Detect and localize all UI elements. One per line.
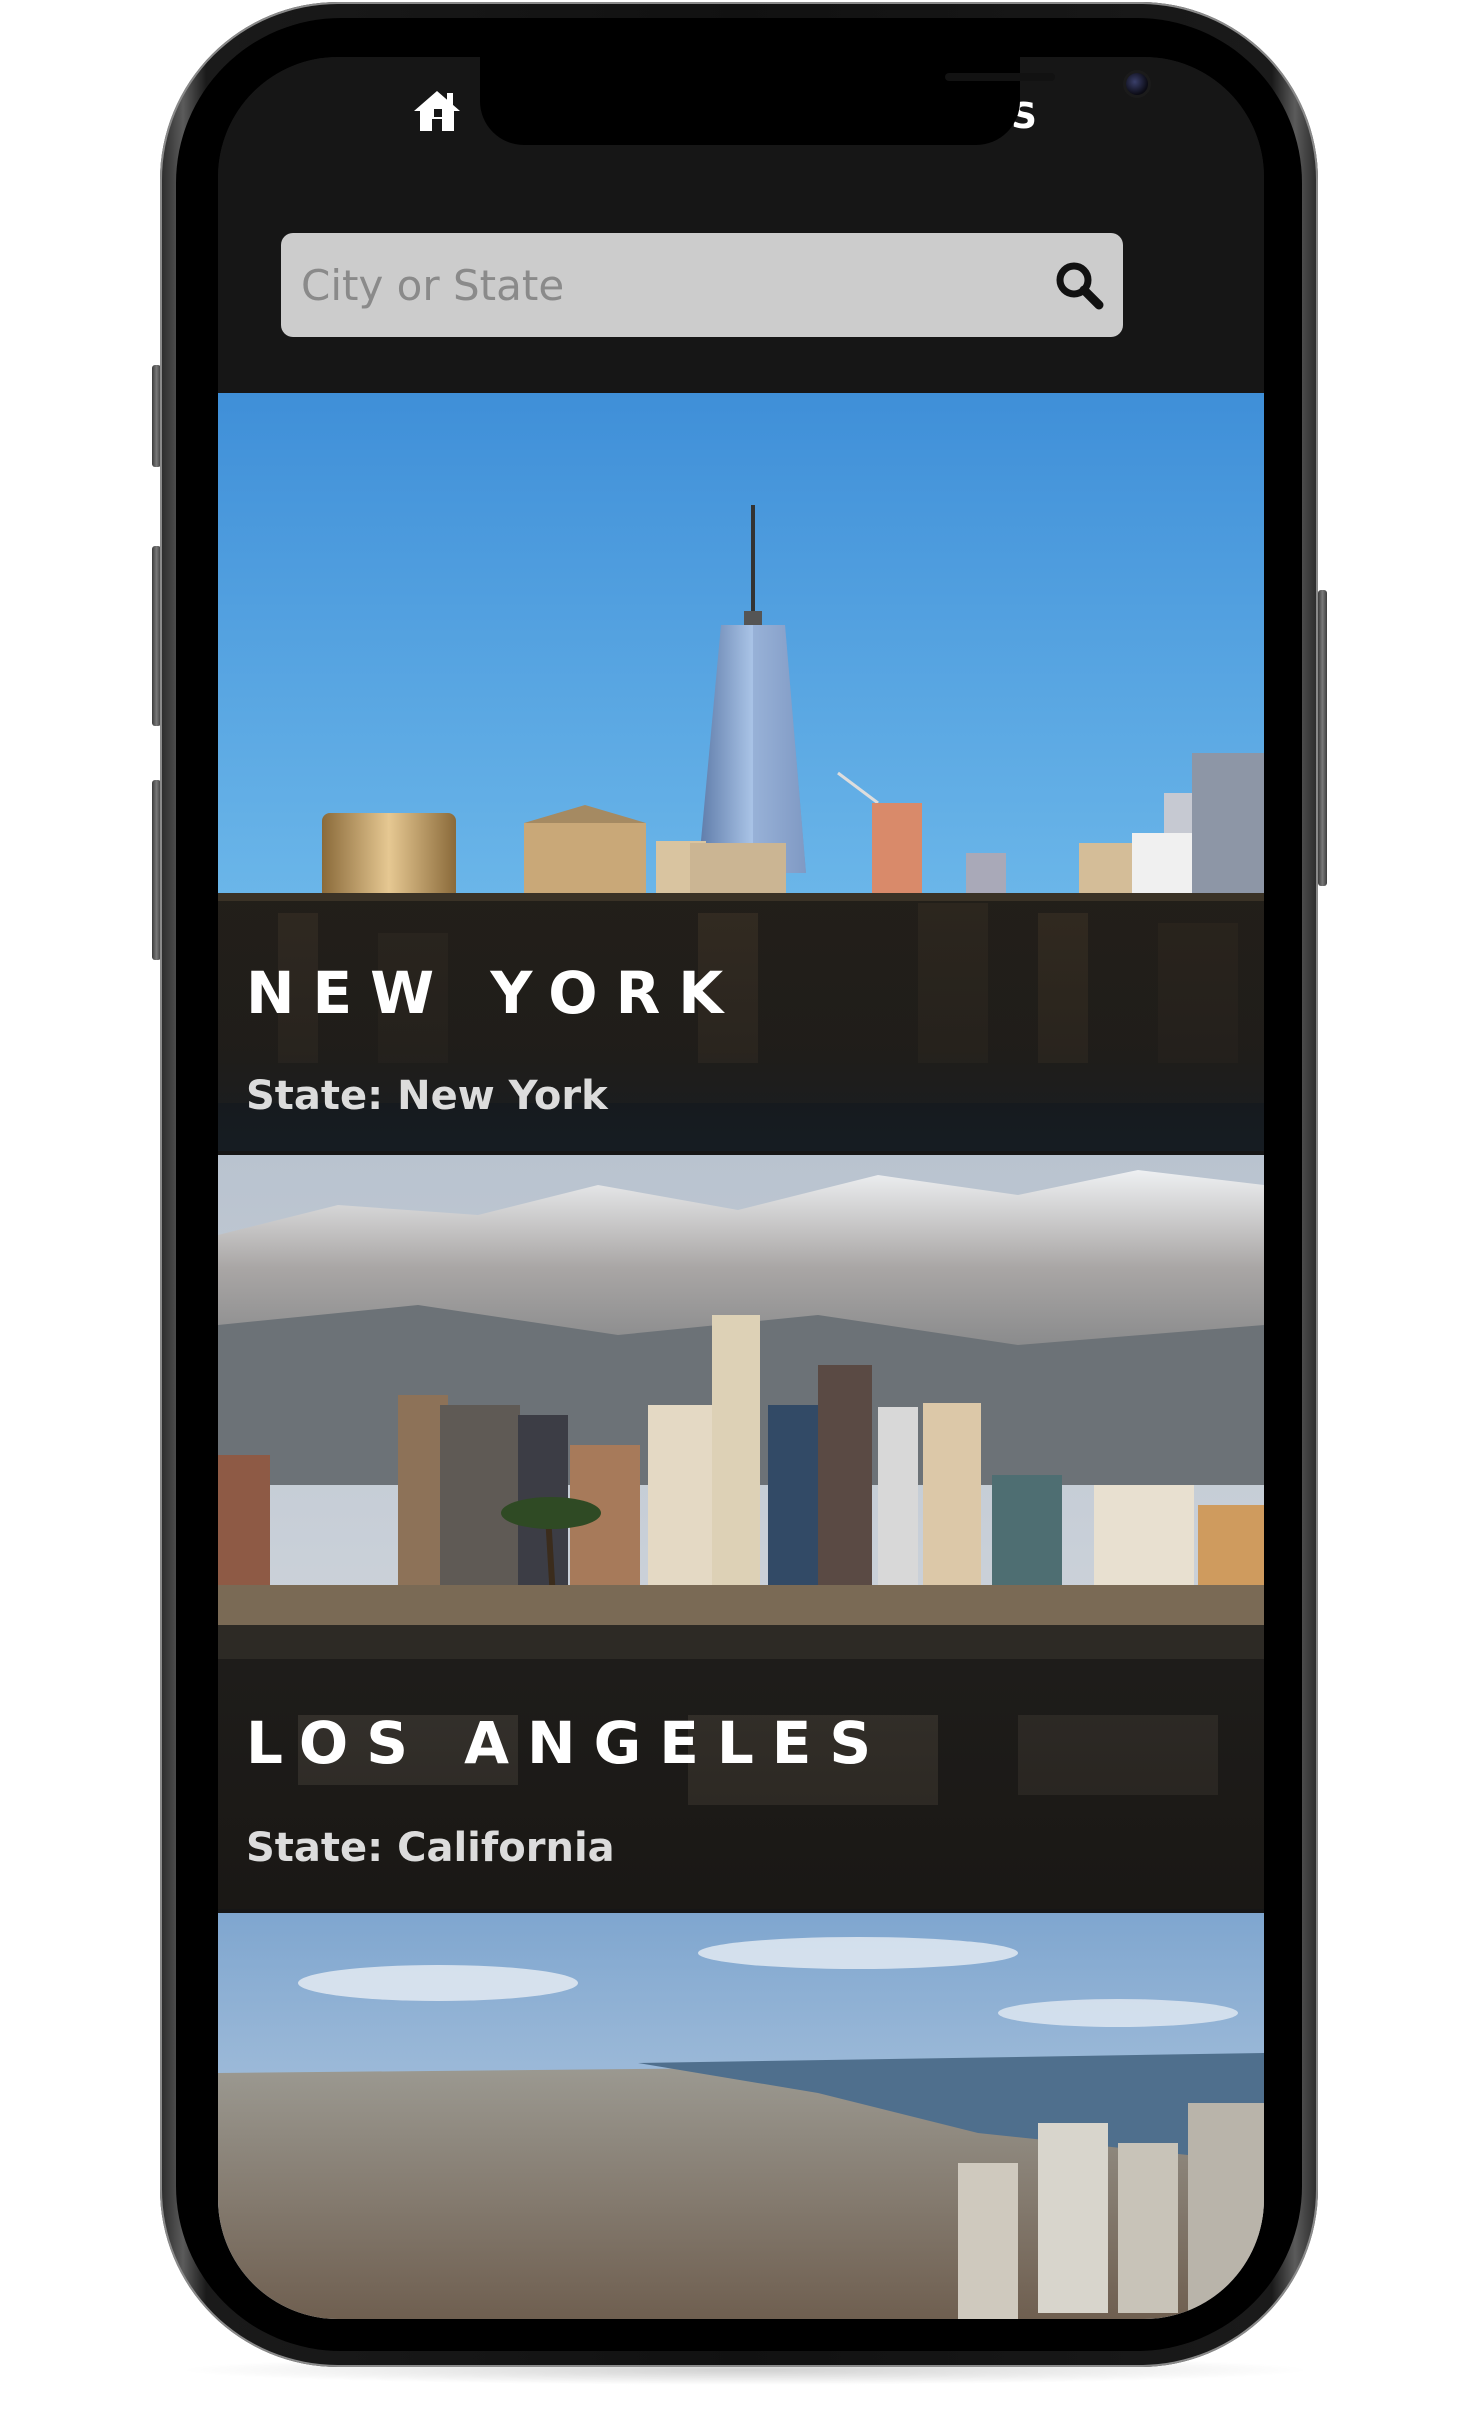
- city-name: LOS ANGELES: [246, 1709, 890, 1777]
- city-state-label: State: California: [246, 1825, 615, 1871]
- city-aerial-image: [218, 1913, 1264, 2319]
- front-camera: [1126, 73, 1148, 95]
- power-button: [1318, 590, 1327, 886]
- city-card-new-york[interactable]: NEW YORK State: New York: [218, 393, 1264, 1151]
- search-input[interactable]: [301, 233, 1001, 337]
- city-name: NEW YORK: [246, 959, 742, 1027]
- city-card-partial[interactable]: [218, 1913, 1264, 2319]
- card-caption-overlay: [218, 1659, 1264, 1909]
- city-state-label: State: New York: [246, 1073, 608, 1119]
- device-notch: [480, 57, 1148, 145]
- app-header: S: [218, 57, 1264, 393]
- home-icon[interactable]: [410, 87, 464, 135]
- city-card-los-angeles[interactable]: LOS ANGELES State: California: [218, 1155, 1264, 1909]
- app-screen: S City or State NEW YORK State: New York…: [218, 57, 1264, 2319]
- search-icon[interactable]: [1053, 259, 1105, 311]
- search-bar: [281, 233, 1123, 337]
- earpiece-speaker: [945, 73, 1055, 81]
- device-mockup: S City or State NEW YORK State: New York…: [0, 0, 1480, 2410]
